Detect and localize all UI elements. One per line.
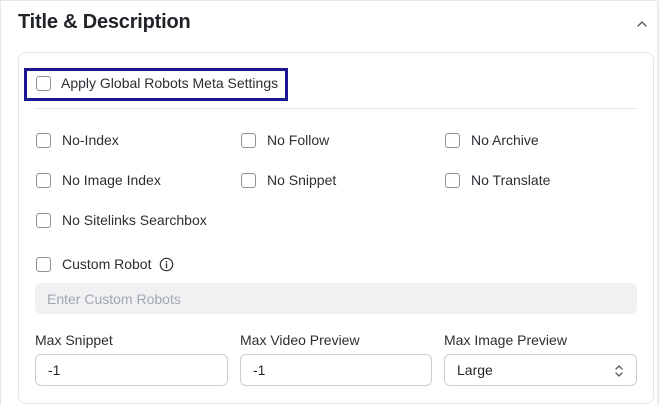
max-snippet-label: Max Snippet: [35, 332, 113, 348]
no-image-index-checkbox[interactable]: [36, 172, 51, 188]
section-title: Title & Description: [18, 11, 191, 33]
option-no-index[interactable]: No-Index: [36, 130, 119, 150]
no-snippet-label: No Snippet: [267, 172, 337, 188]
option-no-snippet[interactable]: No Snippet: [241, 170, 336, 190]
title-description-panel: Title & Description Apply Global Robots …: [0, 0, 658, 405]
no-translate-checkbox[interactable]: [445, 172, 460, 188]
custom-robot-checkbox[interactable]: [36, 256, 51, 272]
option-custom-robot[interactable]: Custom Robot: [36, 254, 174, 274]
no-translate-label: No Translate: [471, 172, 551, 188]
max-image-preview-select[interactable]: Large: [444, 354, 637, 386]
max-video-preview-value: -1: [253, 362, 266, 378]
custom-robots-input[interactable]: [35, 283, 637, 314]
no-index-checkbox[interactable]: [36, 132, 51, 148]
global-robots-checkbox[interactable]: [36, 75, 51, 91]
max-video-preview-input[interactable]: -1: [240, 354, 432, 386]
info-icon[interactable]: [159, 257, 174, 272]
max-image-preview-value: Large: [457, 362, 493, 378]
chevron-up-icon[interactable]: [635, 17, 649, 31]
option-no-follow[interactable]: No Follow: [241, 130, 329, 150]
option-no-archive[interactable]: No Archive: [445, 130, 539, 150]
select-arrows-icon: [615, 365, 623, 377]
option-no-translate[interactable]: No Translate: [445, 170, 550, 190]
global-robots-label: Apply Global Robots Meta Settings: [61, 75, 279, 91]
no-image-index-label: No Image Index: [62, 172, 161, 188]
no-sitelinks-searchbox-checkbox[interactable]: [36, 212, 51, 228]
custom-robot-label: Custom Robot: [62, 256, 152, 272]
no-snippet-checkbox[interactable]: [241, 172, 256, 188]
no-archive-checkbox[interactable]: [445, 132, 460, 148]
option-no-sitelinks-searchbox[interactable]: No Sitelinks Searchbox: [36, 210, 207, 230]
no-follow-checkbox[interactable]: [241, 132, 256, 148]
no-archive-label: No Archive: [471, 132, 539, 148]
no-index-label: No-Index: [62, 132, 119, 148]
no-follow-label: No Follow: [267, 132, 330, 148]
option-no-image-index[interactable]: No Image Index: [36, 170, 161, 190]
max-snippet-value: -1: [48, 362, 61, 378]
divider: [35, 108, 637, 109]
max-video-preview-label: Max Video Preview: [240, 332, 360, 348]
no-sitelinks-searchbox-label: No Sitelinks Searchbox: [62, 212, 207, 228]
global-robots-checkbox-row[interactable]: Apply Global Robots Meta Settings: [36, 73, 278, 93]
max-image-preview-label: Max Image Preview: [444, 332, 567, 348]
max-snippet-input[interactable]: -1: [35, 354, 228, 386]
